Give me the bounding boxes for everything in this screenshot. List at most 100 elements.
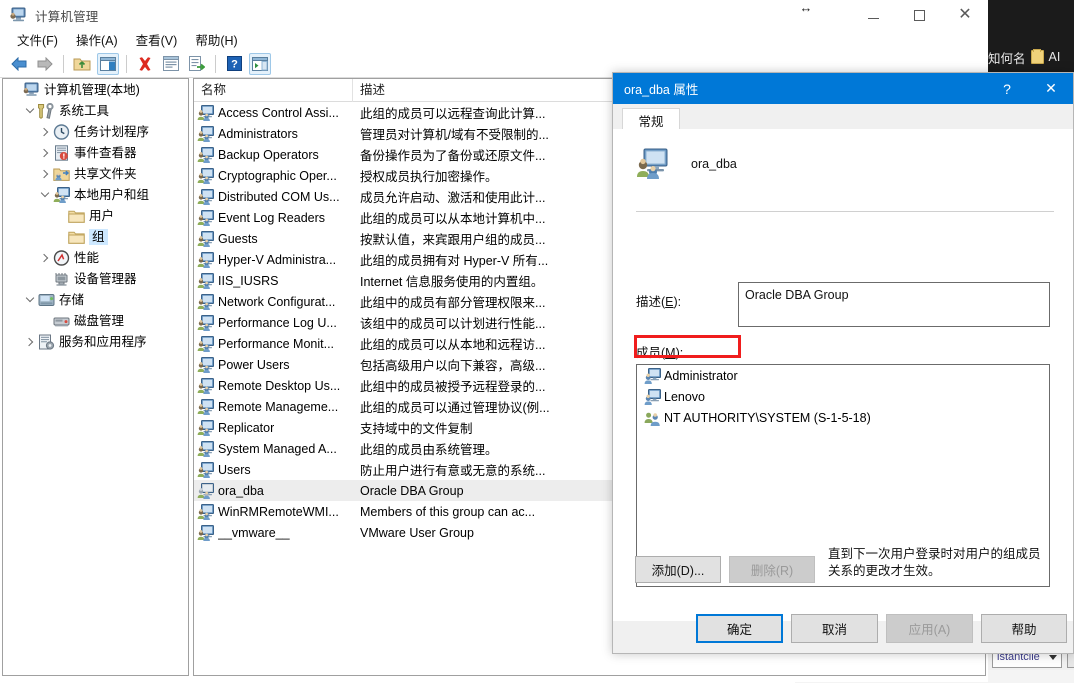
minimize-button[interactable] (850, 0, 896, 30)
member-name: Lenovo (664, 389, 706, 404)
sidebar-item-services-and-applications[interactable]: 服务和应用程序 (3, 331, 188, 352)
group-icon (197, 503, 214, 520)
group-icon (197, 461, 214, 478)
sidebar-item-computer-management-local[interactable]: 计算机管理(本地) (3, 79, 188, 100)
group-name-text: __vmware__ (218, 525, 290, 540)
group-name-cell: Hyper-V Administra... (194, 251, 353, 268)
member-list-item[interactable]: NT AUTHORITY\SYSTEM (S-1-5-18) (637, 407, 1049, 428)
console-tree-pane[interactable]: 计算机管理(本地) 系统工具 任务计划程序事件查看器共享文件夹 本地用户和组 用户组性能… (2, 78, 189, 676)
group-name-text: Power Users (218, 357, 290, 372)
menu-view[interactable]: 查看(V) (127, 28, 187, 51)
services-icon (38, 334, 55, 350)
sidebar-item-event-viewer[interactable]: 事件查看器 (3, 142, 188, 163)
close-button[interactable]: ✕ (942, 0, 988, 30)
sidebar-item-device-manager[interactable]: 设备管理器 (3, 268, 188, 289)
ok-button[interactable]: 确定 (696, 614, 783, 643)
up-folder-icon[interactable] (71, 53, 93, 75)
group-name-text: WinRMRemoteWMI... (218, 504, 339, 519)
sidebar-item-task-scheduler[interactable]: 任务计划程序 (3, 121, 188, 142)
group-name-cell: __vmware__ (194, 524, 353, 541)
chevron-right-icon[interactable] (37, 145, 53, 161)
group-icon (197, 440, 214, 457)
chevron-down-icon (1049, 655, 1057, 660)
group-icon (197, 356, 214, 373)
clock-icon (53, 123, 70, 140)
system-user-icon (644, 410, 661, 426)
dialog-tabstrip: 常规 (613, 104, 1073, 131)
group-name-text: Event Log Readers (218, 210, 326, 225)
sidebar-item-label: 磁盘管理 (74, 313, 125, 328)
dialog-help-button[interactable]: ? (985, 73, 1029, 104)
background-dark-label: 知何名 AI (988, 42, 1074, 72)
sidebar-item-performance[interactable]: 性能 (3, 247, 188, 268)
performance-icon (53, 249, 70, 266)
group-name-text: ora_dba (218, 483, 264, 498)
properties-icon[interactable] (160, 53, 182, 75)
group-icon (197, 377, 214, 394)
sidebar-item-local-users-and-groups[interactable]: 本地用户和组 (3, 184, 188, 205)
group-icon (197, 209, 214, 226)
add-member-button[interactable]: 添加(D)... (635, 556, 721, 583)
sidebar-item-label: 性能 (74, 250, 100, 265)
dialog-group-name: ora_dba (691, 157, 737, 171)
sidebar-item-disk-management[interactable]: 磁盘管理 (3, 310, 188, 331)
member-list-item[interactable]: Lenovo (637, 386, 1049, 407)
sidebar-item-system-tools[interactable]: 系统工具 (3, 100, 188, 121)
separator-2 (126, 54, 127, 73)
group-name-text: Remote Manageme... (218, 399, 339, 414)
group-icon (197, 251, 214, 268)
remove-member-button: 删除(R) (729, 556, 815, 583)
sidebar-item-label: 事件查看器 (74, 145, 137, 160)
group-name-cell: Power Users (194, 356, 353, 373)
sidebar-item-label: 组 (89, 228, 108, 245)
group-name-text: Cryptographic Oper... (218, 168, 337, 183)
sidebar-item-storage[interactable]: 存储 (3, 289, 188, 310)
chevron-down-icon[interactable] (22, 103, 38, 119)
member-name: NT AUTHORITY\SYSTEM (S-1-5-18) (664, 410, 871, 425)
column-header-name[interactable]: 名称 (194, 79, 353, 102)
chevron-right-icon[interactable] (37, 250, 53, 266)
member-list-item[interactable]: Administrator (637, 365, 1049, 386)
menu-help[interactable]: 帮助(H) (186, 28, 246, 51)
forward-icon[interactable] (34, 53, 56, 75)
delete-icon[interactable] (134, 53, 156, 75)
dialog-titlebar[interactable]: ora_dba 属性 ? ✕ (613, 73, 1073, 104)
window-controls: ✕ (850, 0, 988, 30)
export-list-icon[interactable] (186, 53, 208, 75)
menu-file[interactable]: 文件(F) (8, 28, 67, 51)
cancel-button[interactable]: 取消 (791, 614, 878, 643)
back-icon[interactable] (8, 53, 30, 75)
members-label: 成员(M): (636, 346, 684, 360)
maximize-button[interactable] (896, 0, 942, 30)
group-icon (197, 146, 214, 163)
chevron-right-icon[interactable] (37, 124, 53, 140)
dialog-close-icon[interactable]: ✕ (1029, 73, 1073, 104)
chevron-right-icon[interactable] (37, 166, 53, 182)
dialog-title: ora_dba 属性 (624, 83, 699, 97)
help-icon[interactable]: ? (223, 53, 245, 75)
sidebar-item-groups-folder[interactable]: 组 (3, 226, 188, 247)
background-dark-label-text: 知何名 (988, 51, 1026, 66)
sidebar-item-users-folder[interactable]: 用户 (3, 205, 188, 226)
show-hide-tree-icon[interactable] (97, 52, 119, 75)
show-action-pane-icon[interactable] (249, 52, 271, 75)
window-titlebar[interactable]: 计算机管理 ✕ (0, 0, 988, 30)
chevron-down-icon[interactable] (37, 187, 53, 203)
tab-general[interactable]: 常规 (622, 108, 680, 131)
disk-icon (53, 313, 70, 329)
chevron-down-icon[interactable] (22, 292, 38, 308)
group-name-cell: Distributed COM Us... (194, 188, 353, 205)
description-field[interactable]: Oracle DBA Group (738, 282, 1050, 327)
group-name-text: Guests (218, 231, 258, 246)
help-button[interactable]: 帮助 (981, 614, 1067, 643)
sidebar-item-shared-folders[interactable]: 共享文件夹 (3, 163, 188, 184)
menu-action[interactable]: 操作(A) (67, 28, 127, 51)
chevron-right-icon[interactable] (22, 334, 38, 350)
group-name-cell: Cryptographic Oper... (194, 167, 353, 184)
dialog-window-controls: ? ✕ (985, 73, 1073, 104)
group-name-text: IIS_IUSRS (218, 273, 279, 288)
separator-3 (215, 54, 216, 73)
